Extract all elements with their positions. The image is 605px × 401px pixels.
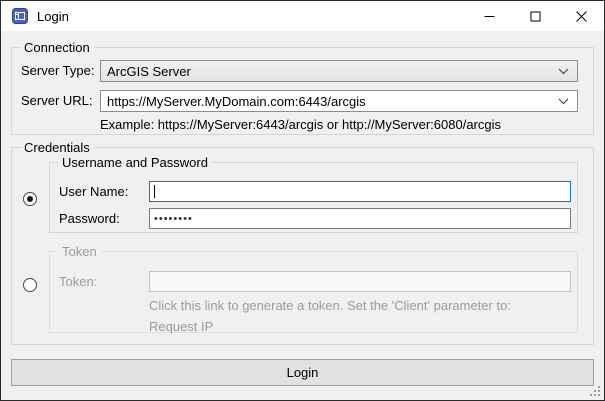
close-icon	[576, 11, 587, 22]
window-title: Login	[37, 9, 69, 24]
server-url-label: Server URL:	[21, 93, 93, 108]
maximize-icon	[530, 11, 541, 22]
server-url-combobox[interactable]: https://MyServer.MyDomain.com:6443/arcgi…	[100, 90, 578, 112]
token-group: Token	[49, 251, 578, 333]
token-label: Token:	[59, 274, 97, 289]
minimize-button[interactable]	[466, 1, 512, 31]
login-dialog: Login Connection Server Type: ArcGIS Ser…	[0, 0, 605, 401]
connection-group-legend: Connection	[20, 40, 94, 55]
chevron-down-icon	[558, 98, 569, 105]
close-button[interactable]	[558, 1, 604, 31]
password-input[interactable]	[149, 208, 571, 229]
resize-grip[interactable]	[598, 394, 600, 396]
token-hint-text: Click this link to generate a token. Set…	[149, 298, 511, 313]
title-bar[interactable]: Login	[1, 1, 604, 31]
server-type-value: ArcGIS Server	[107, 64, 552, 79]
window-controls	[466, 1, 604, 31]
token-radio[interactable]	[23, 278, 37, 292]
user-name-label: User Name:	[59, 184, 128, 199]
token-group-legend: Token	[58, 244, 101, 259]
credentials-group-legend: Credentials	[20, 140, 94, 155]
token-input	[149, 271, 571, 292]
login-button[interactable]: Login	[11, 359, 594, 386]
maximize-button[interactable]	[512, 1, 558, 31]
request-ip-link[interactable]: Request IP	[149, 319, 213, 334]
username-password-radio[interactable]	[23, 192, 37, 206]
minimize-icon	[484, 11, 495, 22]
username-password-group-legend: Username and Password	[58, 155, 212, 170]
password-label: Password:	[59, 211, 120, 226]
chevron-down-icon	[558, 68, 569, 75]
user-name-input[interactable]	[149, 181, 571, 202]
text-caret	[154, 185, 155, 198]
server-type-label: Server Type:	[21, 63, 94, 78]
server-type-dropdown[interactable]: ArcGIS Server	[100, 60, 578, 82]
server-url-value: https://MyServer.MyDomain.com:6443/arcgi…	[107, 94, 552, 109]
app-form-icon[interactable]	[12, 8, 28, 24]
server-url-example-text: Example: https://MyServer:6443/arcgis or…	[100, 117, 501, 132]
